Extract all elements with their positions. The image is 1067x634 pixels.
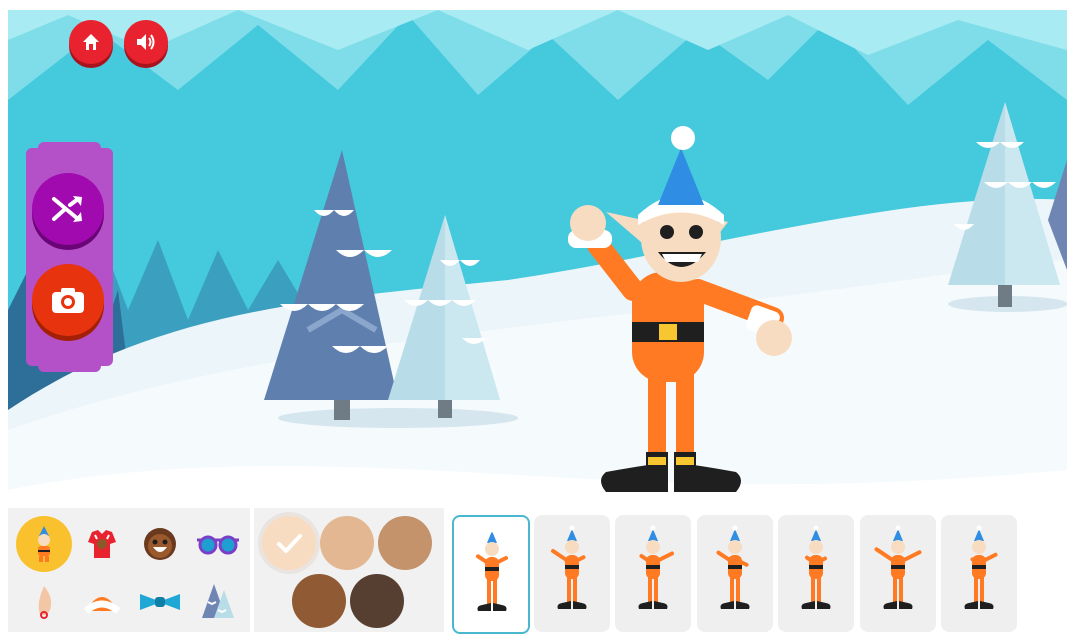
home-icon — [83, 34, 99, 50]
category-shirt[interactable] — [74, 516, 130, 572]
category-background[interactable] — [190, 574, 246, 630]
category-panel — [8, 508, 250, 632]
sweater-icon — [88, 530, 116, 558]
category-glasses[interactable] — [190, 516, 246, 572]
elf-pose-icon — [476, 527, 508, 611]
skin-swatch-4[interactable] — [292, 574, 346, 628]
speaker-icon — [137, 34, 155, 50]
pose-option-5[interactable] — [778, 515, 854, 632]
face-icon — [144, 528, 176, 560]
pose-option-4[interactable] — [696, 515, 773, 632]
bow-tie-icon — [140, 594, 180, 610]
ear-icon — [38, 586, 52, 619]
check-icon — [277, 534, 302, 553]
pose-option-2[interactable] — [533, 515, 610, 632]
sound-button[interactable] — [124, 20, 168, 64]
elf-pose-icon — [874, 525, 921, 609]
category-bow[interactable] — [132, 574, 188, 630]
skin-swatch-3[interactable] — [378, 516, 432, 570]
tree-icon — [202, 584, 234, 618]
elf-pose-icon — [801, 525, 831, 609]
category-ears[interactable] — [16, 574, 72, 630]
skin-color-panel — [254, 508, 444, 632]
home-button[interactable] — [69, 20, 113, 64]
skin-swatch-1[interactable] — [262, 516, 316, 570]
scene-canvas — [8, 10, 1067, 508]
elf-pose-icon — [638, 525, 674, 609]
elf-pose-icon — [716, 525, 749, 609]
category-hat[interactable] — [74, 574, 130, 630]
skin-swatch-5[interactable] — [350, 574, 404, 628]
pose-option-3[interactable] — [615, 515, 691, 632]
pose-option-6[interactable] — [859, 515, 936, 632]
shuffle-button[interactable] — [32, 173, 104, 245]
category-face[interactable] — [132, 516, 188, 572]
skin-swatch-2[interactable] — [320, 516, 374, 570]
category-elf[interactable] — [16, 516, 72, 572]
elf-pose-icon — [964, 525, 998, 609]
camera-icon — [52, 288, 84, 313]
camera-button[interactable] — [32, 264, 104, 336]
elf-pose-icon — [550, 525, 586, 609]
elf-icon — [38, 526, 50, 562]
glasses-icon — [197, 535, 239, 555]
pose-option-1[interactable] — [452, 515, 530, 634]
pose-option-7[interactable] — [941, 515, 1017, 632]
hat-icon — [83, 597, 121, 614]
shuffle-icon — [52, 196, 82, 222]
